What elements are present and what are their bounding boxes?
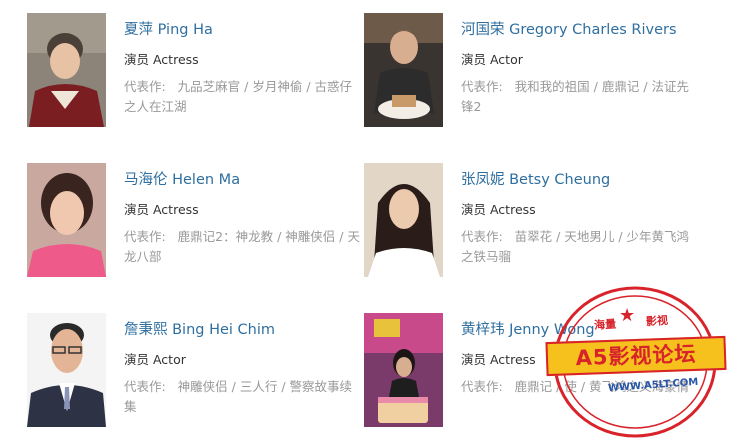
person-role: 演员 Actor: [124, 352, 186, 367]
work-link[interactable]: 神雕侠侣: [285, 229, 335, 244]
person-role: 演员 Actor: [461, 52, 523, 67]
person-name-link[interactable]: 夏萍 Ping Ha: [124, 21, 213, 39]
person-role: 演员 Actress: [124, 202, 199, 217]
work-link[interactable]: 神雕侠侣: [178, 379, 228, 394]
work-link[interactable]: 鹿鼎记: [602, 79, 640, 94]
person-name-link[interactable]: 河国荣 Gregory Charles Rivers: [461, 21, 677, 39]
representative-works: 代表作: 鹿鼎记2：神龙教 / 神雕侠侣 / 天龙八部: [124, 229, 360, 264]
person-photo[interactable]: [27, 13, 106, 127]
stamp-banner: A5影视论坛: [545, 335, 727, 377]
work-link[interactable]: 鹿鼎记2：神龙教: [178, 229, 273, 244]
person-role: 演员 Actress: [461, 202, 536, 217]
person-card: 张凤妮 Betsy Cheung 演员 Actress 代表作: 苗翠花 / 天…: [364, 163, 704, 279]
person-role: 演员 Actress: [124, 52, 199, 67]
person-card: 詹秉熙 Bing Hei Chim 演员 Actor 代表作: 神雕侠侣 / 三…: [27, 313, 367, 429]
works-label: 代表作:: [461, 229, 503, 244]
works-label: 代表作:: [124, 229, 166, 244]
stamp-top-right: 影视: [645, 313, 669, 329]
person-name-link[interactable]: 詹秉熙 Bing Hei Chim: [124, 321, 275, 339]
person-name-link[interactable]: 马海伦 Helen Ma: [124, 171, 240, 189]
star-icon: ★: [619, 305, 636, 326]
person-card: 马海伦 Helen Ma 演员 Actress 代表作: 鹿鼎记2：神龙教 / …: [27, 163, 367, 279]
person-photo[interactable]: [27, 163, 106, 277]
representative-works: 代表作: 我和我的祖国 / 鹿鼎记 / 法证先锋2: [461, 79, 690, 114]
work-link[interactable]: 三人行: [240, 379, 278, 394]
works-label: 代表作:: [124, 79, 166, 94]
person-photo[interactable]: [364, 313, 443, 427]
works-label: 代表作:: [461, 79, 503, 94]
work-link[interactable]: 鹿鼎记: [515, 379, 553, 394]
work-link[interactable]: 岁月神偷: [252, 79, 302, 94]
representative-works: 代表作: 神雕侠侣 / 三人行 / 警察故事续集: [124, 379, 353, 414]
person-name-link[interactable]: 张凤妮 Betsy Cheung: [461, 171, 610, 189]
representative-works: 代表作: 九品芝麻官 / 岁月神偷 / 古惑仔之人在江湖: [124, 79, 353, 114]
person-photo[interactable]: [27, 313, 106, 427]
watermark-stamp: 海量 影视 ★ A5影视论坛 WWW.A5LT.COM: [545, 283, 727, 441]
person-card: 夏萍 Ping Ha 演员 Actress 代表作: 九品芝麻官 / 岁月神偷 …: [27, 13, 367, 129]
person-card: 河国荣 Gregory Charles Rivers 演员 Actor 代表作:…: [364, 13, 704, 129]
works-label: 代表作:: [461, 379, 503, 394]
representative-works: 代表作: 苗翠花 / 天地男儿 / 少年黄飞鸿之铁马骝: [461, 229, 690, 264]
work-link[interactable]: 九品芝麻官: [178, 79, 241, 94]
works-label: 代表作:: [124, 379, 166, 394]
work-link[interactable]: 苗翠花: [515, 229, 553, 244]
person-photo[interactable]: [364, 13, 443, 127]
person-role: 演员 Actress: [461, 352, 536, 367]
person-photo[interactable]: [364, 163, 443, 277]
stamp-top-left: 海量: [593, 317, 617, 332]
work-link[interactable]: 天地男儿: [564, 229, 614, 244]
work-link[interactable]: 我和我的祖国: [515, 79, 590, 94]
